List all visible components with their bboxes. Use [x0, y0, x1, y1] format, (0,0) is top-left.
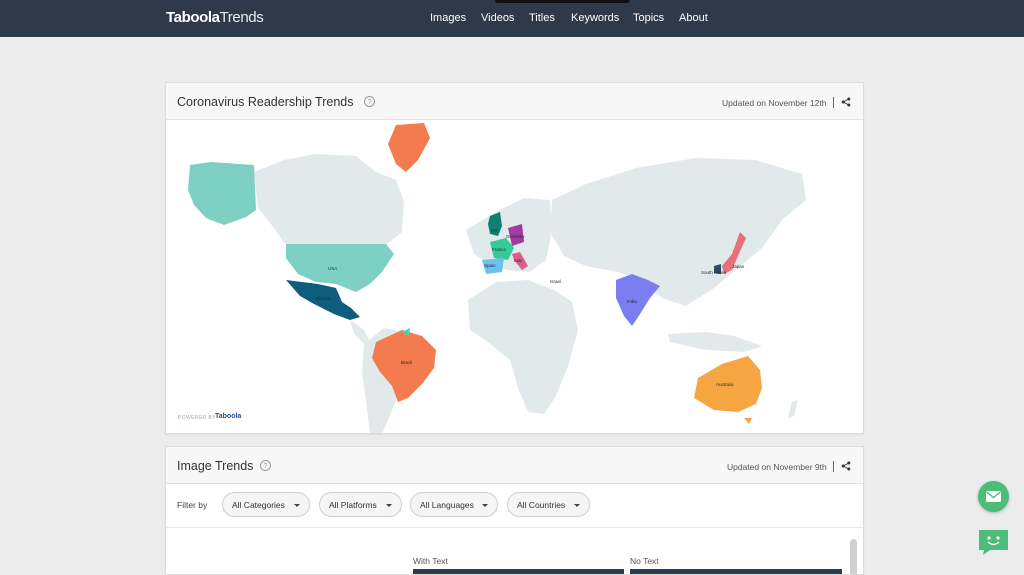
- nav-titles[interactable]: Titles: [529, 12, 555, 24]
- thumbnail-with-text[interactable]: [413, 569, 624, 574]
- caret-down-icon: [482, 504, 488, 507]
- region-alaska: [188, 162, 256, 225]
- filter-languages-dropdown[interactable]: All Languages: [410, 492, 498, 517]
- caret-down-icon: [294, 504, 300, 507]
- camera-notch: [495, 0, 630, 3]
- world-map[interactable]: UK Germany France Spain Italy USA Mexico…: [166, 120, 863, 433]
- label-france: France: [492, 247, 507, 252]
- label-south-korea: South Korea: [701, 270, 727, 275]
- share-icon[interactable]: [841, 97, 851, 107]
- world-map-svg: UK Germany France Spain Italy USA Mexico…: [188, 123, 806, 433]
- powered-by-logo: Taboola: [215, 413, 242, 420]
- label-israel: Israel: [550, 279, 561, 284]
- label-usa: USA: [328, 266, 337, 271]
- region-canada: [254, 154, 404, 245]
- label-australia: Australia: [716, 382, 734, 387]
- results-scrollbar[interactable]: [850, 539, 857, 574]
- region-indonesia: [668, 332, 762, 352]
- image-trends-card: Image Trends ? Updated on November 9th F…: [165, 446, 864, 575]
- filter-countries-dropdown[interactable]: All Countries: [507, 492, 590, 517]
- thumbnail-no-text[interactable]: [630, 569, 842, 574]
- column-with-text: With Text: [413, 556, 448, 566]
- caret-down-icon: [386, 504, 392, 507]
- filter-categories-label: All Categories: [232, 500, 285, 510]
- column-no-text: No Text: [630, 556, 659, 566]
- header-divider: [833, 97, 834, 108]
- mail-icon: [986, 491, 1001, 502]
- nav-topics[interactable]: Topics: [633, 12, 664, 24]
- readership-title: Coronavirus Readership Trends: [177, 95, 354, 109]
- region-greenland: [388, 123, 430, 172]
- region-tasmania: [744, 418, 752, 424]
- label-japan: Japan: [732, 264, 745, 269]
- label-india: India: [627, 299, 637, 304]
- image-trends-header: Image Trends ? Updated on November 9th: [166, 447, 863, 484]
- top-navbar: TaboolaTrends Images Videos Titles Keywo…: [0, 0, 1024, 37]
- powered-by-label: POWERED BY: [178, 415, 216, 421]
- label-brazil: Brazil: [401, 360, 412, 365]
- image-trends-title: Image Trends: [177, 459, 254, 473]
- region-asia: [550, 158, 806, 306]
- readership-header: Coronavirus Readership Trends ? Updated …: [166, 83, 863, 120]
- help-icon[interactable]: ?: [260, 460, 271, 471]
- nav-keywords[interactable]: Keywords: [571, 12, 619, 24]
- region-africa: [468, 280, 578, 414]
- filter-label: Filter by: [177, 500, 208, 510]
- region-central-america: [350, 320, 370, 344]
- filter-languages-label: All Languages: [420, 500, 474, 510]
- region-new-zealand: [788, 400, 798, 418]
- label-spain: Spain: [484, 263, 496, 268]
- nav-about[interactable]: About: [679, 12, 708, 24]
- contact-mail-button[interactable]: [978, 481, 1009, 512]
- readership-updated: Updated on November 12th: [722, 98, 827, 108]
- help-icon[interactable]: ?: [364, 96, 375, 107]
- caret-down-icon: [574, 504, 580, 507]
- filter-platforms-label: All Platforms: [329, 500, 377, 510]
- share-icon[interactable]: [841, 461, 851, 471]
- label-uk: UK: [491, 228, 497, 233]
- nav-videos[interactable]: Videos: [481, 12, 514, 24]
- readership-card: Coronavirus Readership Trends ? Updated …: [165, 82, 864, 434]
- filter-bar: Filter by All Categories All Platforms A…: [166, 484, 863, 528]
- filter-categories-dropdown[interactable]: All Categories: [222, 492, 310, 517]
- label-italy: Italy: [514, 258, 523, 263]
- filter-platforms-dropdown[interactable]: All Platforms: [319, 492, 402, 517]
- chatbot-icon[interactable]: [978, 528, 1009, 555]
- filter-countries-label: All Countries: [517, 500, 566, 510]
- label-germany: Germany: [506, 234, 525, 239]
- nav-images[interactable]: Images: [430, 12, 466, 24]
- main-nav: Images Videos Titles Keywords Topics Abo…: [0, 12, 1024, 26]
- header-divider: [833, 461, 834, 472]
- label-mexico: Mexico: [316, 296, 331, 301]
- image-trends-updated: Updated on November 9th: [727, 462, 827, 472]
